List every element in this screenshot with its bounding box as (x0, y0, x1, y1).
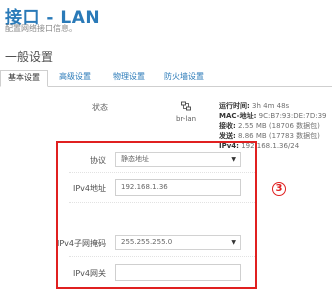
ipv4-value: 192.168.1.36/24 (238, 142, 300, 150)
rx-value: 2.55 MB (18706 数据包) (235, 122, 320, 130)
mac-row: MAC-地址: 9C:B7:93:DE:7D:39 (219, 111, 326, 121)
row-divider (69, 172, 257, 173)
netmask-select[interactable]: 255.255.255.0 ▼ (115, 235, 241, 250)
rx-row: 接收: 2.55 MB (18706 数据包) (219, 121, 326, 131)
protocol-label: 协议 (90, 156, 106, 165)
tab-bar: 基本设置 高级设置 物理设置 防火墙设置 (0, 68, 332, 87)
section-title: 一般设置 (5, 50, 54, 64)
tab-firewall-settings[interactable]: 防火墙设置 (160, 70, 208, 86)
gateway-input[interactable] (115, 264, 241, 281)
tab-basic-settings[interactable]: 基本设置 (0, 70, 48, 87)
mac-value: 9C:B7:93:DE:7D:39 (256, 112, 327, 120)
uptime-row: 运行时间: 3h 4m 48s (219, 101, 326, 111)
status-label: 状态 (92, 103, 108, 112)
row-divider (69, 256, 257, 257)
gateway-label: IPv4网关 (72, 269, 106, 278)
status-info: 运行时间: 3h 4m 48s MAC-地址: 9C:B7:93:DE:7D:3… (219, 101, 326, 151)
rx-key: 接收: (219, 122, 236, 130)
ipv4-row: IPv4: 192.168.1.36/24 (219, 141, 326, 151)
tx-key: 发送: (219, 132, 236, 140)
interface-name: br-lan (176, 115, 197, 123)
tab-physical-settings[interactable]: 物理设置 (105, 70, 153, 86)
mac-key: MAC-地址: (219, 112, 257, 120)
netmask-label: IPv4子网掩码 (56, 239, 106, 248)
tx-value: 8.86 MB (17783 数据包) (235, 132, 320, 140)
netmask-selected-value: 255.255.255.0 (121, 238, 173, 246)
network-interface-icon (181, 101, 191, 111)
ipv4-address-label: IPv4地址 (72, 184, 106, 193)
protocol-selected-value: 静态地址 (121, 155, 149, 163)
tx-row: 发送: 8.86 MB (17783 数据包) (219, 131, 326, 141)
uptime-key: 运行时间: (219, 102, 250, 110)
tab-advanced-settings[interactable]: 高级设置 (55, 70, 95, 86)
chevron-down-icon: ▼ (231, 239, 236, 246)
uptime-value: 3h 4m 48s (249, 102, 290, 110)
ipv4-address-input[interactable]: 192.168.1.36 (115, 179, 241, 196)
row-divider (69, 202, 257, 203)
page-subtitle: 配置网络接口信息。 (5, 24, 77, 33)
chevron-down-icon: ▼ (231, 156, 236, 163)
protocol-select[interactable]: 静态地址 ▼ (115, 152, 241, 167)
ipv4-key: IPv4: (219, 142, 239, 150)
step-marker: 3 (272, 182, 286, 196)
